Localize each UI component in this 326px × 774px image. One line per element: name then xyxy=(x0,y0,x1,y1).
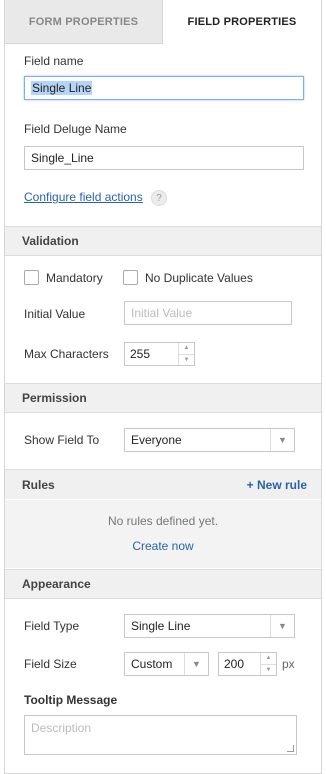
field-type-label: Field Type xyxy=(24,619,80,633)
mandatory-label: Mandatory xyxy=(46,271,103,285)
field-type-select[interactable]: Single Line ▼ xyxy=(124,614,295,638)
field-size-value: 200 xyxy=(224,657,245,671)
initial-value-label: Initial Value xyxy=(24,307,86,321)
chevron-down-icon: ▼ xyxy=(270,615,294,637)
appearance-section-header: Appearance xyxy=(5,569,321,599)
tooltip-description-textarea[interactable]: Description xyxy=(24,715,297,755)
help-icon[interactable]: ? xyxy=(151,190,167,206)
field-size-mode-select[interactable]: Custom ▼ xyxy=(124,652,209,676)
rules-body xyxy=(5,500,321,568)
field-size-mode-value: Custom xyxy=(131,657,173,671)
tooltip-placeholder: Description xyxy=(31,721,92,735)
new-rule-button[interactable]: + New rule xyxy=(247,478,307,492)
rules-title: Rules xyxy=(22,477,55,492)
field-size-unit: px xyxy=(282,657,295,671)
chevron-down-icon: ▼ xyxy=(270,429,294,451)
field-size-stepper[interactable]: 200 ▲ ▼ xyxy=(218,652,277,676)
no-duplicate-checkbox[interactable] xyxy=(123,270,138,285)
permission-title: Permission xyxy=(22,391,87,405)
show-field-to-value: Everyone xyxy=(131,433,182,447)
tab-form-properties[interactable]: FORM PROPERTIES xyxy=(5,0,163,44)
chevron-down-icon: ▼ xyxy=(184,653,208,675)
rules-section-header: Rules + New rule xyxy=(5,469,321,499)
configure-field-actions-link[interactable]: Configure field actions xyxy=(24,190,143,204)
stepper-down-icon[interactable]: ▼ xyxy=(179,355,194,366)
max-characters-stepper[interactable]: 255 ▲ ▼ xyxy=(124,342,195,366)
initial-value-placeholder: Initial Value xyxy=(131,306,193,320)
tab-field-properties[interactable]: FIELD PROPERTIES xyxy=(163,0,321,44)
validation-title: Validation xyxy=(22,234,79,248)
field-properties-panel: FORM PROPERTIES FIELD PROPERTIES Field n… xyxy=(4,0,322,774)
create-now-link[interactable]: Create now xyxy=(5,539,321,553)
resize-handle-icon[interactable] xyxy=(287,745,294,752)
properties-tabs: FORM PROPERTIES FIELD PROPERTIES xyxy=(5,0,321,44)
no-duplicate-label: No Duplicate Values xyxy=(145,271,253,285)
stepper-up-icon[interactable]: ▲ xyxy=(179,343,194,355)
validation-section-header: Validation xyxy=(5,226,321,256)
tooltip-message-label: Tooltip Message xyxy=(24,693,118,707)
permission-section-header: Permission xyxy=(5,383,321,413)
field-name-label: Field name xyxy=(24,54,84,68)
mandatory-checkbox[interactable] xyxy=(24,270,39,285)
deluge-name-value: Single_Line xyxy=(31,151,94,165)
deluge-name-label: Field Deluge Name xyxy=(24,122,127,136)
field-size-label: Field Size xyxy=(24,657,77,671)
stepper-down-icon[interactable]: ▼ xyxy=(261,665,276,676)
show-field-to-label: Show Field To xyxy=(24,433,100,447)
field-name-input[interactable]: Single Line xyxy=(24,76,304,100)
initial-value-input[interactable]: Initial Value xyxy=(124,301,292,325)
max-characters-label: Max Characters xyxy=(24,347,109,361)
field-type-value: Single Line xyxy=(131,619,191,633)
max-characters-value: 255 xyxy=(130,347,151,361)
field-name-value: Single Line xyxy=(31,81,93,95)
no-rules-text: No rules defined yet. xyxy=(107,514,219,528)
show-field-to-select[interactable]: Everyone ▼ xyxy=(124,428,295,452)
stepper-up-icon[interactable]: ▲ xyxy=(261,653,276,665)
appearance-title: Appearance xyxy=(22,577,91,591)
deluge-name-input[interactable]: Single_Line xyxy=(24,146,304,170)
